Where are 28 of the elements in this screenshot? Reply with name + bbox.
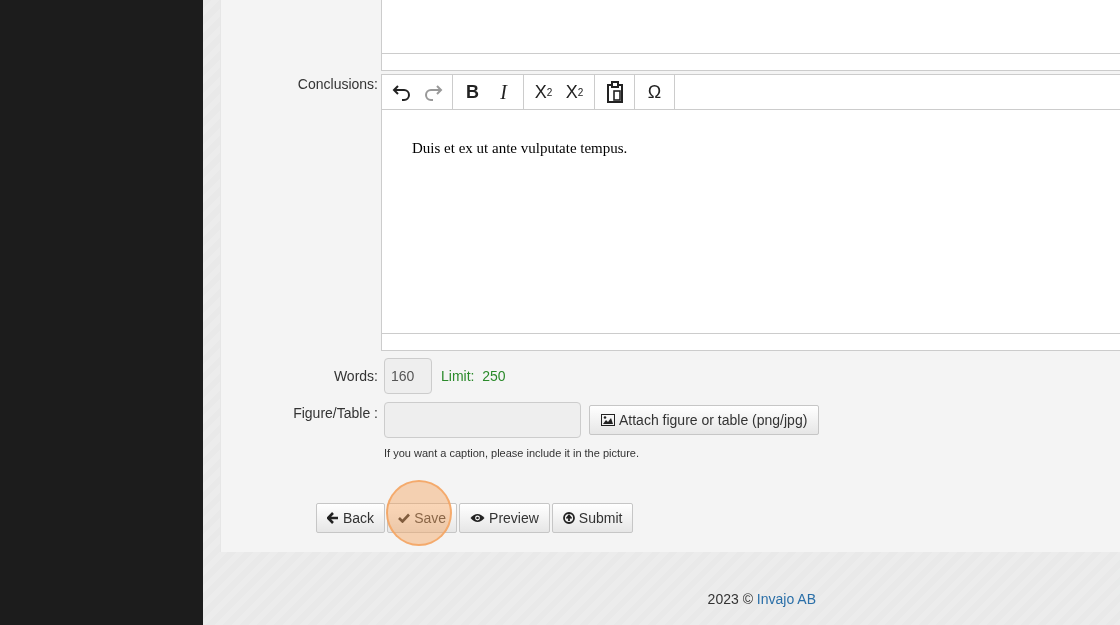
clipboard-icon [605, 81, 624, 103]
back-button[interactable]: Back [316, 503, 386, 533]
field-label: Figure/Table : [293, 405, 378, 421]
save-button[interactable]: Save [387, 503, 458, 533]
format-button[interactable]: B [457, 77, 488, 107]
submit-button[interactable]: Submit [551, 503, 634, 533]
editor-text: Duis et ex ut ante vulputate tempus. [412, 140, 628, 157]
company-link[interactable]: Invajo AB [756, 591, 816, 607]
preview-button[interactable]: Preview [459, 503, 550, 533]
field-label: Conclusions: [297, 76, 378, 92]
arrow-left-icon [327, 512, 339, 524]
figure-field[interactable] [384, 402, 581, 438]
attach-button[interactable]: Attach figure or table (png/jpg) [589, 405, 820, 435]
format-button[interactable]: Ω [639, 77, 670, 107]
word-count-field[interactable]: 160 [384, 358, 432, 394]
check-icon [398, 513, 411, 523]
text-editor[interactable] [381, 0, 1120, 71]
footer-text: 2023 © [707, 591, 753, 607]
image-icon [601, 414, 615, 426]
undo-icon [391, 83, 412, 101]
eye-icon [470, 513, 486, 523]
format-button[interactable]: I [488, 77, 519, 107]
field-label: Words: [333, 368, 378, 384]
format-button[interactable]: X$^{2}$ [559, 77, 590, 107]
limit-text: Limit: 250 [441, 368, 506, 384]
redo-icon [422, 83, 443, 101]
upload-circle-icon [562, 512, 575, 524]
hint-text: If you want a caption, please include it in the picture. [384, 447, 640, 459]
